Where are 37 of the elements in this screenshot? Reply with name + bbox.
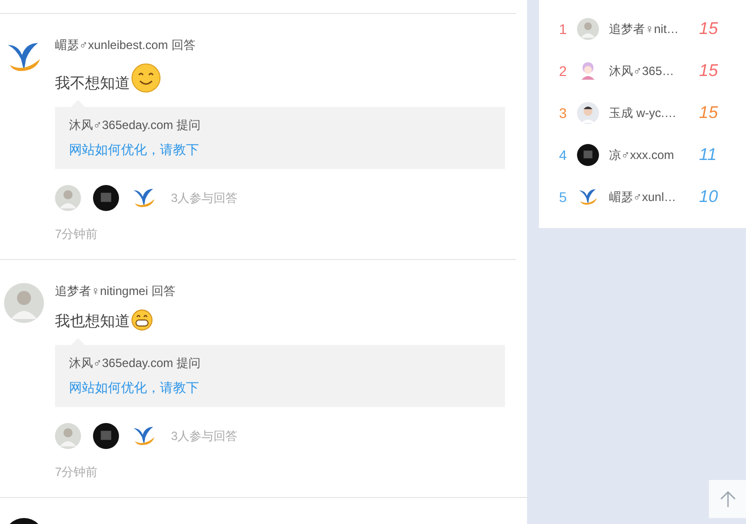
rank-number: 1 xyxy=(559,21,568,37)
participant-avatar xyxy=(93,185,119,211)
user-avatar xyxy=(577,144,599,166)
question-asker: 沐风♂365eday.com 提问 xyxy=(69,117,202,134)
user-avatar xyxy=(4,283,44,323)
rank-number: 5 xyxy=(559,189,568,205)
user-name[interactable]: 嵋瑟♂xunl… xyxy=(609,188,691,206)
rank-number: 2 xyxy=(559,63,568,79)
answer-author: 追梦者♀nitingmei 回答 xyxy=(55,284,176,298)
answer-text: 我也想知道 xyxy=(55,313,130,331)
rank-number: 4 xyxy=(559,147,568,163)
user-name[interactable]: 凉♂xxx.com xyxy=(609,146,691,164)
grinning-face-icon xyxy=(131,309,153,331)
participant-avatar xyxy=(55,185,81,211)
answer-text: 我不想知道 xyxy=(55,75,130,93)
user-name[interactable]: 沐风♂365… xyxy=(609,62,691,80)
participant-count: 3人参与回答 xyxy=(171,428,238,444)
user-name[interactable]: 玉成 w-yc.… xyxy=(609,104,691,122)
back-to-top-button[interactable] xyxy=(709,480,746,518)
smiling-face-icon xyxy=(131,63,161,93)
answer-time: 7分钟前 xyxy=(55,226,99,243)
participant-avatar xyxy=(55,423,81,449)
participant-count: 3人参与回答 xyxy=(171,190,238,206)
rank-number: 3 xyxy=(559,105,568,121)
answer-score: 11 xyxy=(699,145,717,165)
answer-score: 15 xyxy=(699,61,718,81)
answer-score: 10 xyxy=(699,187,718,207)
answer-time: 7分钟前 xyxy=(55,464,99,481)
answer-author: 嵋瑟♂xunleibest.com 回答 xyxy=(55,38,196,52)
user-avatar xyxy=(577,102,599,124)
participant-avatar xyxy=(93,423,119,449)
answer-score: 15 xyxy=(699,103,718,123)
user-name[interactable]: 追梦者♀nit… xyxy=(609,20,691,38)
user-avatar xyxy=(577,18,599,40)
answer-score: 15 xyxy=(699,19,718,39)
question-asker: 沐风♂365eday.com 提问 xyxy=(69,355,202,372)
up-arrow-icon xyxy=(720,490,736,508)
